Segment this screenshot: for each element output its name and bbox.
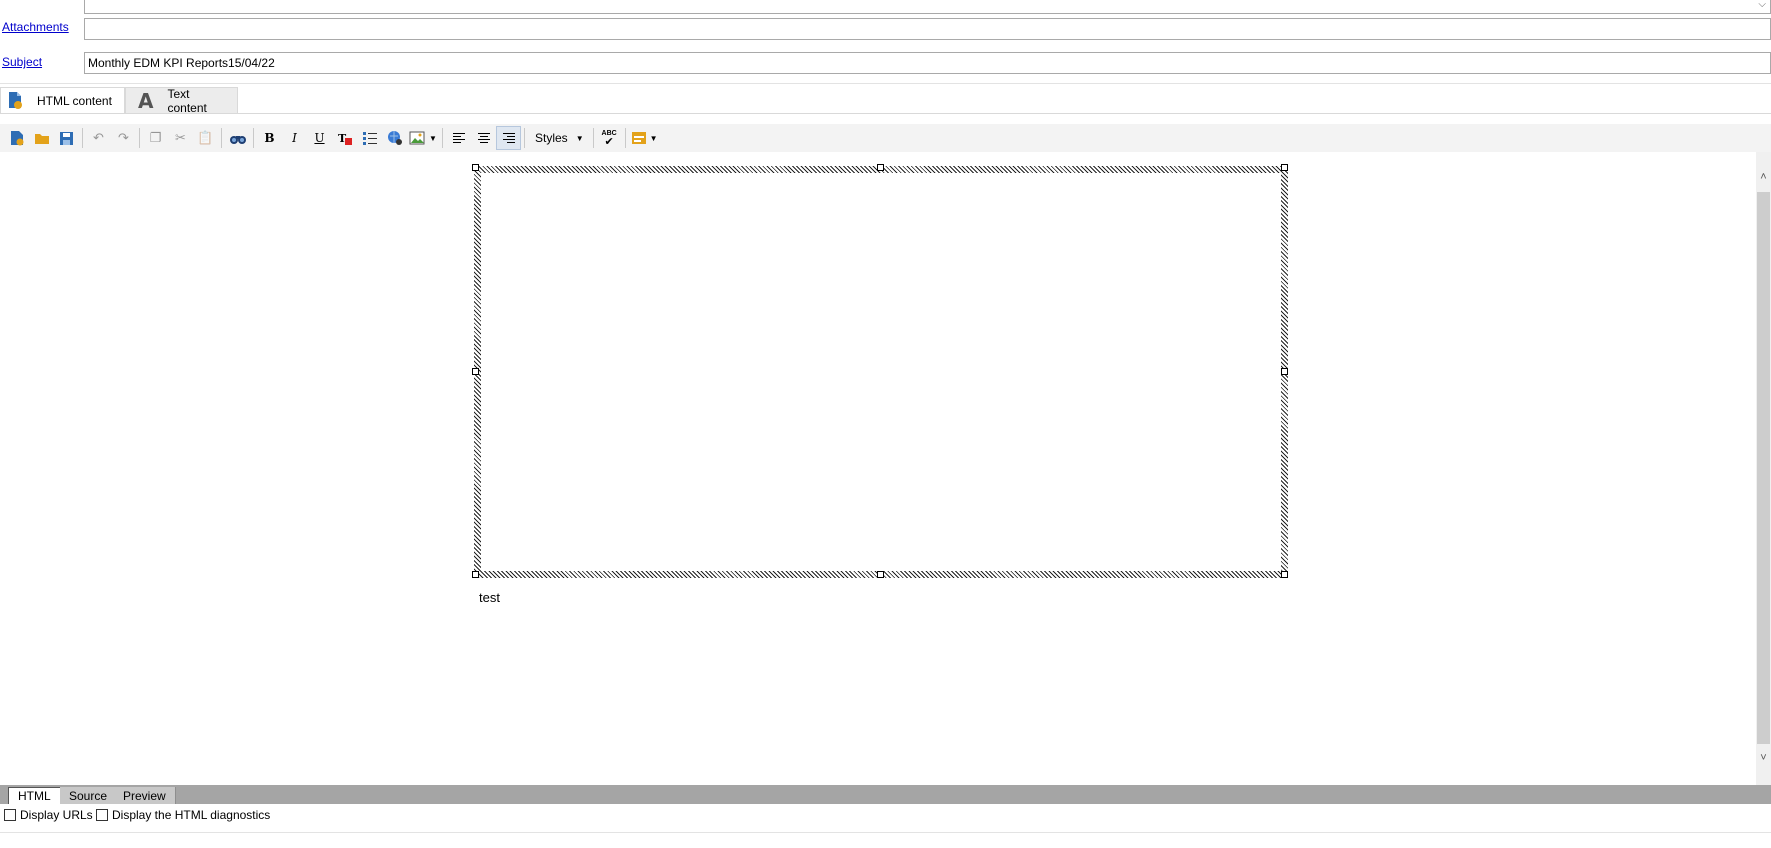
recipient-field[interactable]: ⌵ [84,0,1771,14]
scrollbar-thumb[interactable] [1757,192,1770,744]
subject-field[interactable]: Monthly EDM KPI Reports15/04/22 [84,52,1771,74]
resize-handle-top-right[interactable] [1281,164,1288,171]
resize-handle-middle-right[interactable] [1281,368,1288,375]
undo-icon[interactable]: ↶ [86,126,111,150]
save-icon[interactable] [54,126,79,150]
paste-icon[interactable]: 📋 [193,126,218,150]
editor-body-text: test [479,590,500,605]
toolbar-separator [524,128,525,148]
scroll-down-icon[interactable]: ˅ [1756,749,1771,767]
tab-text-content-label: Text content [167,87,207,115]
resize-handle-middle-left[interactable] [472,368,479,375]
display-diagnostics-label: Display the HTML diagnostics [112,808,271,822]
align-left-icon[interactable] [446,126,471,150]
tab-html-content[interactable]: HTML content [0,87,125,114]
toolbar-separator [624,128,626,148]
tab-text-content[interactable]: A Text content [125,87,238,115]
text-color-icon[interactable]: T [332,126,357,150]
redo-icon[interactable]: ↷ [111,126,136,150]
tab-source-mode-label: Source [69,788,108,803]
toolbar-separator [139,128,140,148]
toolbar-separator [221,128,222,148]
resize-handle-bottom-left[interactable] [472,571,479,578]
resize-handle-bottom-right[interactable] [1281,571,1288,578]
insert-link-icon[interactable] [382,126,407,150]
spellcheck-icon[interactable]: ABC ✔ [597,126,622,150]
toolbar-separator [82,128,83,148]
footer-divider [0,832,1771,833]
cut-icon[interactable]: ✂ [168,126,193,150]
header-divider [0,83,1771,84]
align-center-icon[interactable] [471,126,496,150]
html-document-icon [7,91,25,112]
editor-mode-bar: HTML Source Preview [0,785,1771,804]
copy-icon[interactable]: ❐ [143,126,168,150]
toolbar-separator [592,128,594,148]
align-right-icon[interactable] [496,126,521,150]
open-folder-icon[interactable] [29,126,54,150]
tab-html-mode-label: HTML [18,789,51,803]
display-diagnostics-option[interactable]: Display the HTML diagnostics [96,808,270,822]
chevron-down-icon: ▼ [575,133,584,143]
underline-icon[interactable]: U [307,126,332,150]
tab-html-content-label: HTML content [37,94,112,108]
display-urls-option[interactable]: Display URLs [4,808,93,822]
display-diagnostics-checkbox[interactable] [96,809,108,821]
html-editor-area[interactable]: test ˄ ˅ [0,152,1771,785]
toolbar-separator [442,128,443,148]
image-dropdown-caret-icon[interactable]: ▼ [427,126,439,150]
new-document-icon[interactable] [4,126,29,150]
display-urls-checkbox[interactable] [4,809,16,821]
scroll-up-icon[interactable]: ˄ [1756,168,1771,186]
tab-html-mode[interactable]: HTML [8,787,61,804]
checkmark-icon: ✔ [604,136,614,148]
find-binoculars-icon[interactable] [225,126,250,150]
tab-preview-mode[interactable]: Preview [114,787,176,804]
personalization-dropdown-caret-icon[interactable]: ▼ [649,126,659,150]
tab-source-mode[interactable]: Source [60,787,118,804]
resize-handle-top-left[interactable] [472,164,479,171]
subject-link[interactable]: Subject [2,55,42,69]
resize-handle-bottom-center[interactable] [877,571,884,578]
resize-handle-top-center[interactable] [877,164,884,171]
tab-preview-mode-label: Preview [123,788,166,803]
personalization-fields-icon[interactable] [629,126,649,150]
bold-icon[interactable]: B [257,126,282,150]
tabs-divider [0,113,1771,114]
bullet-list-icon[interactable] [357,126,382,150]
display-urls-label: Display URLs [20,808,93,822]
selected-image-placeholder[interactable] [474,166,1288,578]
styles-dropdown-label: Styles [535,131,568,145]
styles-dropdown[interactable]: Styles ▼ [530,127,588,149]
attachments-link[interactable]: Attachments [2,20,69,34]
text-letter-icon: A [138,89,154,113]
italic-icon[interactable]: I [282,126,307,150]
dropdown-arrow-icon[interactable]: ⌵ [1758,0,1766,13]
attachments-field[interactable] [84,18,1771,40]
editor-toolbar: ↶ ↷ ❐ ✂ 📋 B I U T ▼ Styles ▼ ABC ✔ ▼ [0,124,1771,152]
toolbar-separator [253,128,254,148]
insert-image-icon[interactable] [407,126,427,150]
